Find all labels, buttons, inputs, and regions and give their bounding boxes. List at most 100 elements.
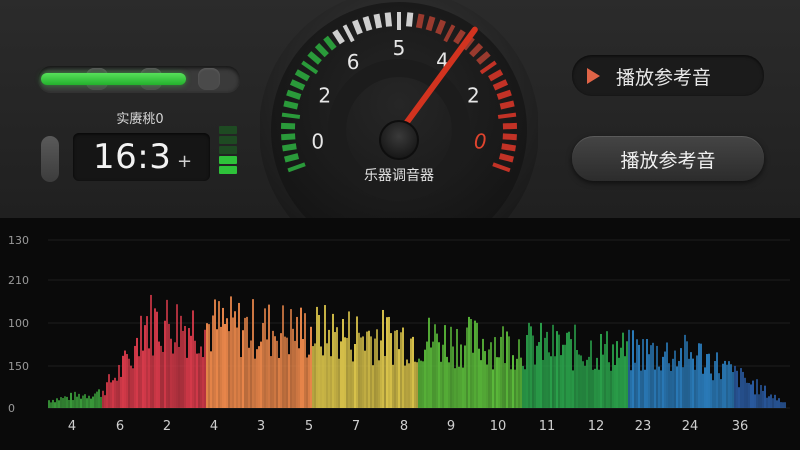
spectrum-bar	[428, 317, 430, 408]
spectrum-bar	[704, 367, 706, 408]
spectrum-x-tick: 5	[305, 419, 313, 434]
spectrum-bar	[162, 351, 164, 408]
spectrum-bar	[102, 390, 104, 408]
spectrum-bar	[458, 366, 460, 408]
spectrum-bar	[272, 330, 274, 408]
spectrum-bar	[304, 313, 306, 408]
spectrum-bar	[570, 339, 572, 408]
spectrum-bar	[160, 345, 162, 408]
spectrum-bar	[642, 339, 644, 408]
spectrum-bar	[594, 368, 596, 408]
spectrum-bar	[212, 315, 214, 408]
spectrum-bar	[114, 377, 116, 408]
spectrum-bar	[358, 332, 360, 408]
spectrum-bar	[322, 355, 324, 408]
spectrum-bar	[772, 398, 774, 408]
spectrum-bar	[558, 334, 560, 408]
spectrum-bar	[586, 359, 588, 408]
level-slider[interactable]	[38, 66, 240, 92]
spectrum-bar	[236, 327, 238, 408]
time-value: 16:3	[93, 137, 172, 177]
spectrum-bar	[578, 354, 580, 408]
spectrum-bar	[180, 315, 182, 408]
spectrum-x-tick: 12	[588, 419, 605, 434]
spectrum-x-tick: 10	[490, 419, 507, 434]
spectrum-bar	[290, 309, 292, 408]
spectrum-bar	[78, 393, 80, 408]
spectrum-bar	[582, 361, 584, 408]
spectrum-bar	[636, 339, 638, 408]
spectrum-bar	[144, 325, 146, 408]
gauge-tick	[499, 100, 515, 110]
spectrum-bar	[632, 330, 634, 408]
spectrum-bar	[466, 327, 468, 408]
play-reference-tone-button-label: 播放参考音	[620, 150, 716, 172]
spectrum-bar	[676, 366, 678, 408]
spectrum-bar	[388, 316, 390, 408]
spectrum-bar	[754, 394, 756, 408]
control-panel: 实赓䄻0 16:3 + 0 2 6 5 4 2 0 乐器调音器 播放参考音 播放…	[0, 0, 800, 218]
side-handle[interactable]	[41, 136, 59, 182]
spectrum-bar	[244, 317, 246, 408]
spectrum-bar	[498, 357, 500, 408]
play-reference-tone-toggle[interactable]: 播放参考音	[572, 55, 764, 96]
spectrum-bar	[422, 361, 424, 408]
spectrum-bar	[90, 398, 92, 408]
signal-bar	[219, 166, 237, 174]
spectrum-bar	[560, 355, 562, 408]
spectrum-bar	[408, 363, 410, 408]
spectrum-bar	[378, 360, 380, 408]
spectrum-bar	[330, 356, 332, 408]
spectrum-bar	[512, 355, 514, 408]
spectrum-x-tick: 36	[732, 419, 749, 434]
spectrum-bar	[196, 353, 198, 408]
spectrum-bar	[336, 327, 338, 408]
spectrum-bar	[454, 368, 456, 408]
gauge-scale-label: 5	[393, 36, 406, 60]
spectrum-bar	[316, 306, 318, 408]
play-reference-tone-button[interactable]: 播放参考音	[572, 136, 764, 181]
spectrum-bar	[324, 305, 326, 408]
spectrum-bar	[638, 344, 640, 408]
spectrum-x-tick: 6	[116, 419, 124, 434]
spectrum-bar	[350, 349, 352, 408]
spectrum-bar	[390, 333, 392, 408]
spectrum-bar	[354, 343, 356, 408]
spectrum-bar	[476, 322, 478, 408]
spectrum-bar	[700, 343, 702, 408]
gauge-tick	[502, 133, 517, 141]
spectrum-bar	[732, 372, 734, 408]
spectrum-y-axis: 0 150 100 210 130	[8, 234, 29, 415]
spectrum-bar	[464, 345, 466, 408]
spectrum-bar	[100, 396, 102, 408]
spectrum-bar	[122, 355, 124, 408]
spectrum-bar	[410, 338, 412, 408]
spectrum-panel: 0 150 100 210 130 4 6 2 4 3 5 7 8 9 10 11 12 23 24 36	[0, 218, 800, 450]
spectrum-bar	[54, 402, 56, 408]
gauge-tick	[281, 112, 301, 119]
spectrum-bar	[536, 345, 538, 408]
spectrum-bar	[716, 352, 718, 408]
spectrum-bar	[292, 328, 294, 408]
spectrum-bar	[188, 328, 190, 408]
spectrum-bar	[76, 396, 78, 408]
spectrum-bar	[70, 392, 72, 408]
spectrum-bar	[612, 344, 614, 408]
spectrum-bar	[694, 369, 696, 408]
spectrum-bar	[318, 315, 320, 408]
spectrum-bar	[658, 366, 660, 408]
spectrum-bar	[158, 341, 160, 408]
spectrum-bar	[280, 333, 282, 408]
spectrum-bar	[726, 364, 728, 408]
spectrum-bar	[218, 301, 220, 408]
spectrum-bar	[58, 400, 60, 408]
spectrum-bar	[472, 352, 474, 408]
gauge-tick	[384, 12, 393, 27]
spectrum-bar	[72, 400, 74, 408]
spectrum-bar	[256, 349, 258, 408]
spectrum-bar	[490, 342, 492, 408]
spectrum-bar	[364, 350, 366, 408]
spectrum-bar	[156, 311, 158, 408]
spectrum-bar	[710, 373, 712, 408]
spectrum-bar	[108, 374, 110, 408]
